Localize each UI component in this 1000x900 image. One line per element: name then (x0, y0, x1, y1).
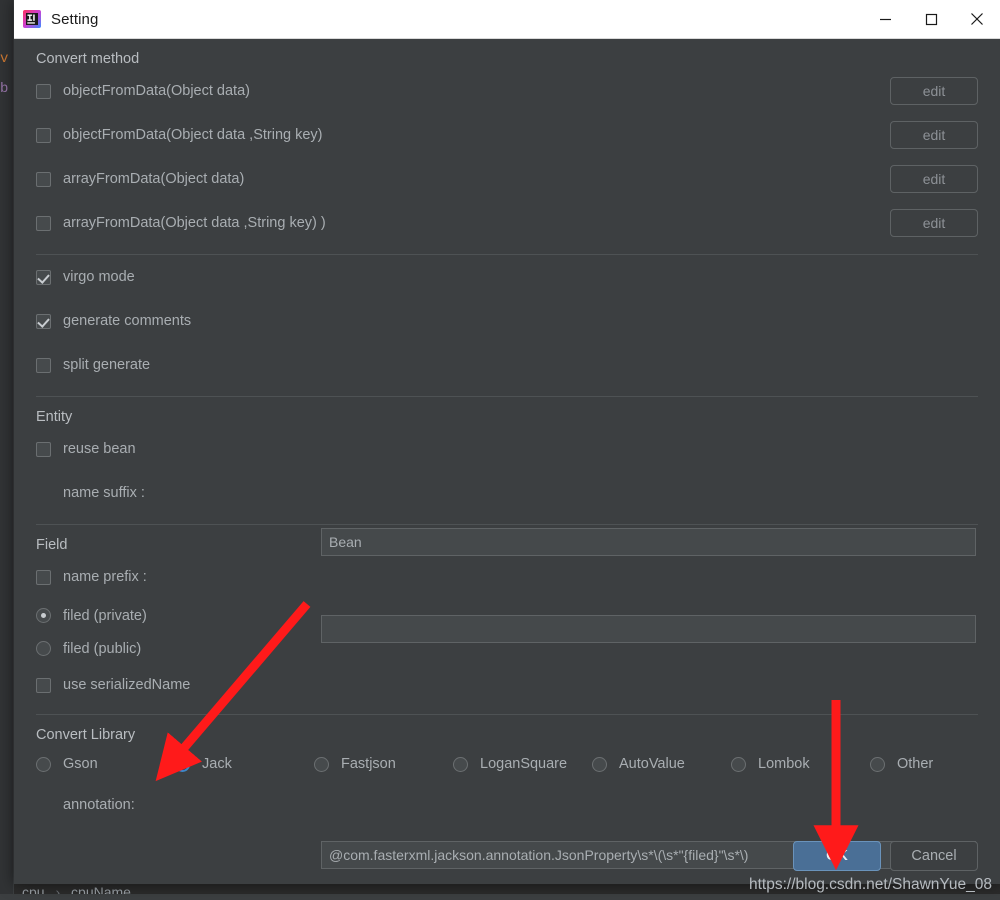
label-filed-public: filed (public) (63, 640, 142, 657)
field-row-serialized-name: use serializedName (36, 665, 978, 705)
radio-fastjson[interactable] (314, 756, 329, 772)
minimize-icon[interactable] (862, 0, 908, 39)
label-autovalue: AutoValue (619, 756, 685, 772)
option-row-generate-comments: generate comments (36, 299, 978, 343)
option-row-split-generate: split generate (36, 343, 978, 387)
window-controls (862, 0, 1000, 39)
checkbox-generate-comments[interactable] (36, 313, 51, 329)
setting-dialog: Setting Convert method objectFromData(Ob… (14, 0, 1000, 884)
edit-button-3[interactable]: edit (890, 165, 978, 193)
editor-gutter (0, 0, 14, 900)
label-use-serialized-name: use serializedName (63, 677, 191, 693)
radio-gson[interactable] (36, 756, 51, 772)
option-row-virgo-mode: virgo mode (36, 255, 978, 299)
annotation-row: annotation: @com.fasterxml.jackson.annot… (36, 783, 978, 869)
library-option-fastjson[interactable]: Fastjson (314, 756, 453, 772)
section-title-convert-library: Convert Library (36, 727, 136, 743)
checkbox-virgo-mode[interactable] (36, 269, 51, 285)
radio-jack[interactable] (175, 756, 190, 772)
convert-method-row-4: arrayFromData(Object data ,String key) )… (36, 201, 978, 245)
ok-button[interactable]: OK (793, 841, 881, 871)
checkbox-use-serialized-name[interactable] (36, 677, 51, 693)
checkbox-object-from-data[interactable] (36, 83, 51, 99)
label-name-prefix: name prefix : (63, 569, 147, 585)
library-option-jack[interactable]: Jack (175, 756, 314, 772)
ide-status-bar (0, 894, 1000, 900)
label-object-from-data: objectFromData(Object data) (63, 83, 250, 99)
dialog-footer: OK Cancel (793, 841, 978, 871)
convert-method-row-2: objectFromData(Object data ,String key) … (36, 113, 978, 157)
section-title-convert-method: Convert method (36, 51, 140, 67)
label-other: Other (897, 756, 934, 772)
label-generate-comments: generate comments (63, 313, 192, 329)
edit-button-2[interactable]: edit (890, 121, 978, 149)
convert-method-row-1: objectFromData(Object data) edit (36, 69, 978, 113)
convert-method-row-3: arrayFromData(Object data) edit (36, 157, 978, 201)
dialog-title-bar: Setting (14, 0, 1000, 39)
checkbox-array-from-data[interactable] (36, 171, 51, 187)
label-jack: Jack (202, 756, 232, 772)
checkbox-array-from-data-key[interactable] (36, 215, 51, 231)
label-gson: Gson (63, 756, 98, 772)
watermark: https://blog.csdn.net/ShawnYue_08 (748, 876, 992, 893)
checkbox-name-prefix[interactable] (36, 569, 51, 585)
label-fastjson: Fastjson (341, 756, 396, 772)
checkbox-object-from-data-key[interactable] (36, 127, 51, 143)
label-name-suffix: name suffix : (63, 485, 145, 501)
library-option-other[interactable]: Other (870, 756, 1000, 772)
label-split-generate: split generate (63, 357, 151, 373)
edit-button-1[interactable]: edit (890, 77, 978, 105)
entity-row-reuse-bean: reuse bean (36, 427, 978, 471)
checkbox-split-generate[interactable] (36, 357, 51, 373)
entity-row-name-suffix: name suffix : Bean (36, 471, 978, 556)
radio-autovalue[interactable] (592, 756, 607, 772)
intellij-idea-icon (22, 9, 42, 29)
label-reuse-bean: reuse bean (63, 441, 136, 457)
section-title-entity: Entity (36, 409, 73, 425)
label-filed-private: filed (private) (63, 607, 147, 624)
field-row-name-prefix: name prefix : (36, 555, 978, 643)
label-object-from-data-key: objectFromData(Object data ,String key) (63, 127, 323, 143)
label-array-from-data-key: arrayFromData(Object data ,String key) ) (63, 215, 326, 231)
checkbox-reuse-bean[interactable] (36, 441, 51, 457)
library-option-lombok[interactable]: Lombok (731, 756, 870, 772)
label-logansquare: LoganSquare (480, 756, 568, 772)
label-lombok: Lombok (758, 756, 810, 772)
radio-lombok[interactable] (731, 756, 746, 772)
label-annotation: annotation: (63, 797, 135, 813)
radio-filed-public[interactable] (36, 641, 51, 656)
library-option-logansquare[interactable]: LoganSquare (453, 756, 592, 772)
radio-logansquare[interactable] (453, 756, 468, 772)
edit-button-4[interactable]: edit (890, 209, 978, 237)
library-option-autovalue[interactable]: AutoValue (592, 756, 731, 772)
maximize-icon[interactable] (908, 0, 954, 39)
name-prefix-input[interactable] (321, 615, 976, 643)
radio-filed-private[interactable] (36, 608, 51, 623)
label-virgo-mode: virgo mode (63, 269, 135, 285)
label-array-from-data: arrayFromData(Object data) (63, 171, 245, 187)
close-icon[interactable] (954, 0, 1000, 39)
library-option-gson[interactable]: Gson (36, 756, 175, 772)
window-title: Setting (51, 10, 99, 28)
radio-other[interactable] (870, 756, 885, 772)
name-suffix-input[interactable]: Bean (321, 528, 976, 556)
dialog-body: Convert method objectFromData(Object dat… (14, 39, 1000, 884)
convert-library-radio-group: Gson Jack Fastjson LoganSquare AutoValue… (36, 745, 978, 783)
cancel-button[interactable]: Cancel (890, 841, 978, 871)
